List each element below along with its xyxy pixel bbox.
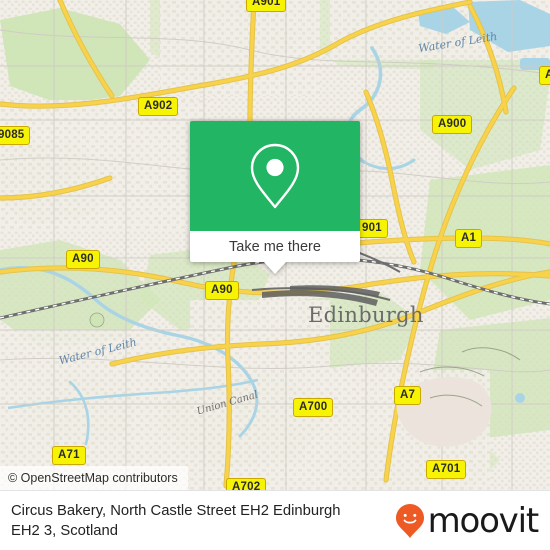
road-shield-9085[interactable]: 9085 xyxy=(0,126,31,145)
moovit-wordmark: moovit xyxy=(427,500,540,541)
road-shield-a901[interactable]: A901 xyxy=(246,0,287,12)
road-shield-a701[interactable]: A701 xyxy=(426,460,467,479)
road-shield-a700[interactable]: A700 xyxy=(293,398,334,417)
screenshot-root: Edinburgh Water of Leith Water of Leith … xyxy=(0,0,550,550)
road-shield-901[interactable]: 901 xyxy=(356,219,388,238)
footer-bar: Circus Bakery, North Castle Street EH2 E… xyxy=(0,490,550,550)
address-block: Circus Bakery, North Castle Street EH2 E… xyxy=(0,501,395,541)
moovit-logo[interactable]: moovit xyxy=(395,503,550,539)
road-shield-a702[interactable]: A702 xyxy=(226,478,267,490)
road-shield-a-edge[interactable]: A xyxy=(539,66,550,85)
road-shield-a7[interactable]: A7 xyxy=(394,386,422,405)
popup-icon-panel xyxy=(190,121,360,231)
attribution-text: © OpenStreetMap contributors xyxy=(8,471,178,485)
take-me-there-label: Take me there xyxy=(229,238,321,255)
map-pin-icon xyxy=(250,143,300,209)
location-popup[interactable]: Take me there xyxy=(190,121,360,274)
road-shield-a71[interactable]: A71 xyxy=(52,446,86,465)
map-canvas[interactable]: Edinburgh Water of Leith Water of Leith … xyxy=(0,0,550,490)
take-me-there-button[interactable]: Take me there xyxy=(190,231,360,262)
road-shield-a900[interactable]: A900 xyxy=(432,115,473,134)
road-shield-a90-west[interactable]: A90 xyxy=(66,250,100,269)
map-attribution[interactable]: © OpenStreetMap contributors xyxy=(0,466,188,490)
address-line-1: Circus Bakery, North Castle Street EH2 E… xyxy=(11,502,341,519)
road-shield-a90-centre[interactable]: A90 xyxy=(205,281,239,300)
popup-pointer xyxy=(264,262,286,274)
road-shield-a902[interactable]: A902 xyxy=(138,97,179,116)
road-shield-a1[interactable]: A1 xyxy=(455,229,483,248)
address-line-2: EH2 3, Scotland xyxy=(11,522,118,539)
moovit-pin-icon xyxy=(395,503,424,538)
